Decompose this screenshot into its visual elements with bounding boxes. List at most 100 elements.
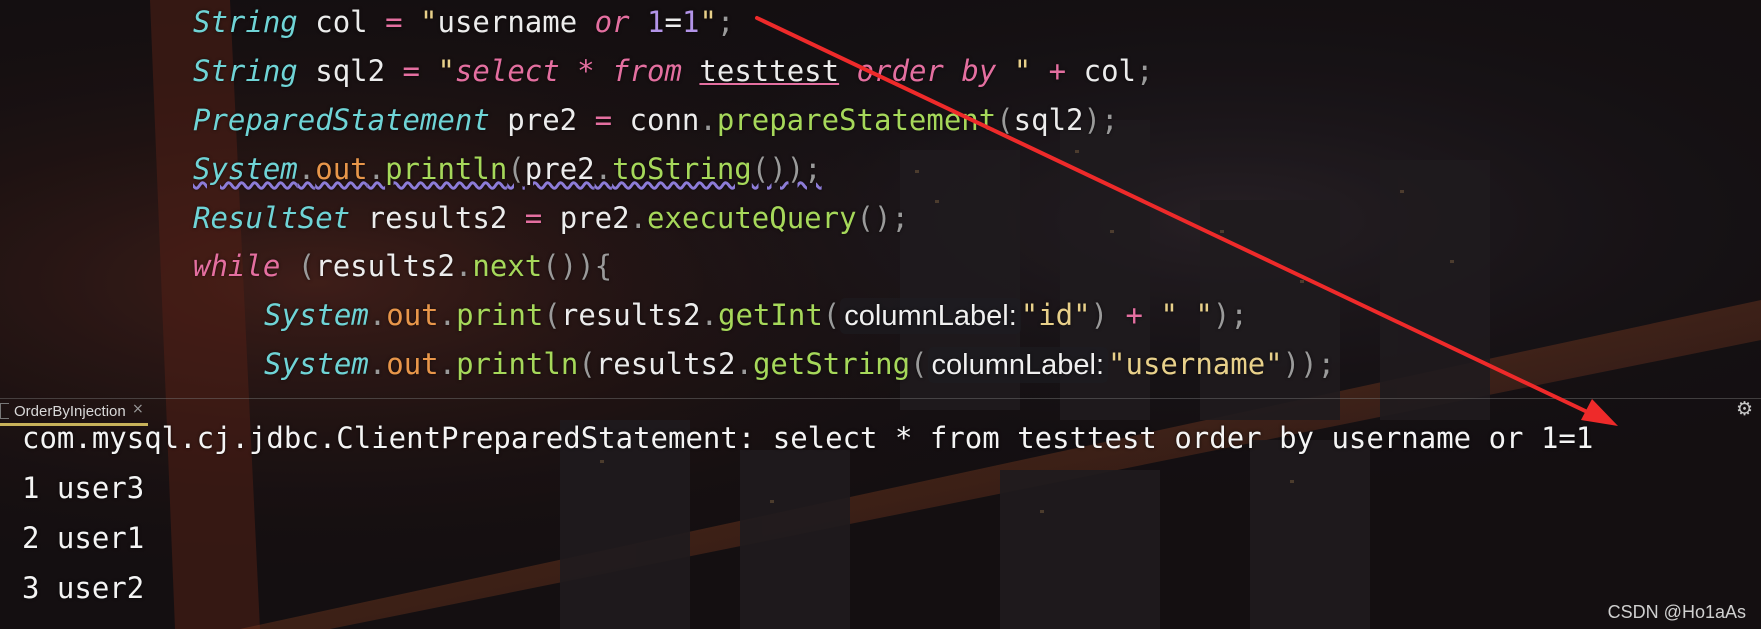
paren: ( [507, 152, 525, 186]
console-output-line: 2 user1 [22, 521, 145, 555]
code-line-6[interactable]: while (results2.next()){ [193, 246, 612, 286]
string-text: username [437, 5, 595, 39]
type-token: String [193, 54, 298, 88]
string-quote: " [699, 5, 717, 39]
dot: . [699, 103, 717, 137]
dot: . [368, 298, 387, 332]
paren-semicolon: ()); [751, 152, 822, 186]
operator-token: + [1048, 54, 1067, 88]
type-token: System [264, 298, 369, 332]
string-quote: " [996, 54, 1032, 88]
sql-keyword: or [594, 5, 630, 39]
arg-token: sql2 [1013, 103, 1084, 137]
paren-semicolon: ); [1083, 103, 1119, 137]
close-icon[interactable]: × [132, 401, 144, 417]
dot: . [297, 152, 316, 186]
object-token: results2 [595, 347, 736, 381]
code-line-2[interactable]: String sql2 = "select * from testtest or… [193, 51, 1153, 91]
operator-token: = [402, 54, 421, 88]
paren-brace: ()){ [542, 249, 613, 283]
number-token: 1 [647, 5, 665, 39]
paren: ) [1090, 298, 1109, 332]
run-config-icon [0, 403, 9, 419]
dot: . [735, 347, 753, 381]
paren: ( [996, 103, 1014, 137]
dot: . [594, 152, 613, 186]
method-token: print [456, 298, 544, 332]
code-line-5[interactable]: ResultSet results2 = pre2.executeQuery()… [193, 198, 909, 238]
string-quote: " [437, 54, 455, 88]
code-line-8[interactable]: System.out.println(results2.getString(co… [264, 344, 1335, 384]
sql-keyword: from [612, 54, 682, 88]
paren: ( [543, 298, 561, 332]
type-token: PreparedStatement [193, 103, 490, 137]
number-token: 1 [681, 5, 700, 39]
code-line-7[interactable]: System.out.print(results2.getInt(columnL… [264, 295, 1248, 335]
console-output-line: 1 user3 [22, 471, 145, 505]
paren: ( [910, 347, 928, 381]
code-line-1[interactable]: String col = "username or 1=1"; [193, 2, 734, 42]
operator-token: = [594, 103, 613, 137]
dot: . [454, 249, 473, 283]
type-token: System [264, 347, 369, 381]
parameter-hint: columnLabel: [927, 347, 1109, 383]
string-quote: " [420, 5, 438, 39]
var-token: col [1083, 54, 1136, 88]
var-token: sql2 [315, 54, 386, 88]
sql-table-name: testtest [699, 54, 840, 88]
dot: . [629, 201, 648, 235]
paren-semicolon: )); [1282, 347, 1336, 381]
type-token: System [193, 152, 298, 186]
var-token: pre2 [507, 103, 578, 137]
code-line-4[interactable]: System.out.println(pre2.toString()); [193, 149, 822, 189]
sql-keyword: by [961, 54, 997, 88]
parameter-hint: columnLabel: [840, 298, 1021, 334]
gear-icon[interactable]: ⚙ [1736, 398, 1753, 420]
method-token: toString [612, 152, 752, 186]
method-token: executeQuery [647, 201, 857, 235]
watermark: CSDN @Ho1aAs [1607, 602, 1746, 622]
field-token: out [315, 152, 368, 186]
object-token: pre2 [524, 152, 595, 186]
paren-semicolon: ); [1212, 298, 1248, 332]
var-token: col [315, 5, 368, 39]
field-token: out [386, 298, 439, 332]
type-token: ResultSet [193, 201, 351, 235]
dot: . [367, 152, 386, 186]
method-token: println [385, 152, 508, 186]
string-token: "username" [1108, 347, 1283, 381]
paren: ( [280, 249, 316, 283]
dot: . [700, 298, 719, 332]
semicolon: ; [1136, 54, 1154, 88]
operator-token: + [1125, 298, 1144, 332]
method-token: getString [752, 347, 911, 381]
string-token: "id" [1020, 298, 1091, 332]
method-token: println [456, 347, 579, 381]
console-output-line: com.mysql.cj.jdbc.ClientPreparedStatemen… [22, 421, 1594, 455]
console-tab-label: OrderByInjection [14, 402, 126, 420]
keyword-token: while [193, 249, 281, 283]
dot: . [368, 347, 387, 381]
dot: . [438, 347, 457, 381]
operator-token: = [524, 201, 543, 235]
operator-token: = [664, 5, 682, 39]
method-token: prepareStatement [716, 103, 997, 137]
code-line-3[interactable]: PreparedStatement pre2 = conn.prepareSta… [193, 100, 1118, 140]
paren: ( [578, 347, 596, 381]
sql-star: * [559, 54, 613, 88]
sql-keyword: order [856, 54, 944, 88]
object-token: conn [629, 103, 700, 137]
semicolon: ; [716, 5, 735, 39]
dot: . [438, 298, 457, 332]
object-token: results2 [315, 249, 455, 283]
operator-token: = [385, 5, 403, 39]
paren: ( [822, 298, 841, 332]
sql-keyword: select [454, 54, 560, 88]
object-token: results2 [560, 298, 701, 332]
string-token: " " [1160, 298, 1213, 332]
object-token: pre2 [559, 201, 630, 235]
